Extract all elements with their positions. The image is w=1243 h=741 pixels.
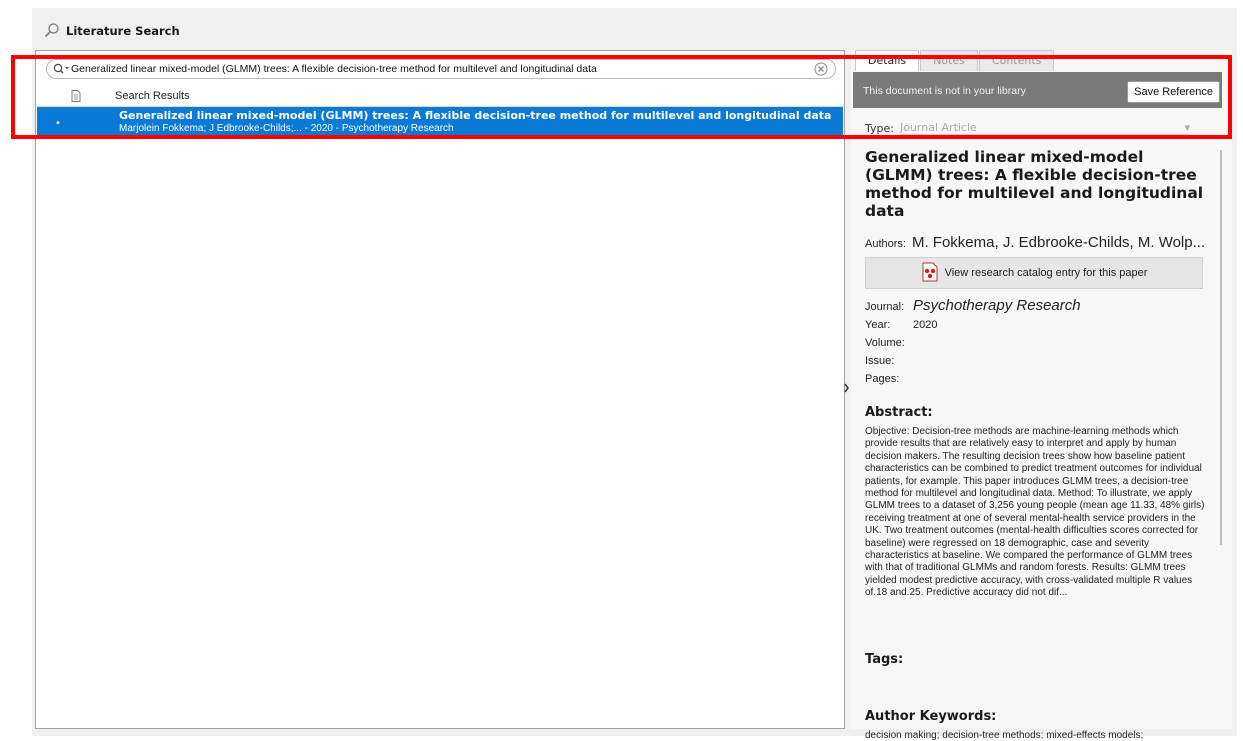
details-tabs: Details Notes Contents xyxy=(855,50,1055,71)
authors-row: Authors: M. Fokkema, J. Edbrooke-Childs,… xyxy=(865,234,1209,251)
tab-details[interactable]: Details xyxy=(855,50,920,71)
pages-row: Pages: xyxy=(865,373,1209,391)
issue-row: Issue: xyxy=(865,355,1209,373)
results-column-header[interactable]: Search Results xyxy=(37,86,843,107)
type-select[interactable]: Journal Article ▾ xyxy=(899,121,1190,135)
library-status-banner: This document is not in your library Sav… xyxy=(853,72,1222,108)
journal-value[interactable]: Psychotherapy Research xyxy=(913,297,1081,314)
search-dropdown-icon[interactable] xyxy=(53,63,71,75)
type-label: Type: xyxy=(865,121,894,135)
type-row: Type: Journal Article ▾ xyxy=(865,120,1209,136)
view-catalog-entry-label: View research catalog entry for this pap… xyxy=(944,267,1148,279)
chevron-down-icon: ▾ xyxy=(1184,121,1190,134)
abstract-text[interactable]: Objective: Decision-tree methods are mac… xyxy=(865,426,1209,636)
tab-contents[interactable]: Contents xyxy=(978,50,1055,71)
search-query-text[interactable]: Generalized linear mixed-model (GLMM) tr… xyxy=(71,63,813,75)
volume-row: Volume: xyxy=(865,337,1209,355)
metadata-fields: Journal: Psychotherapy Research Year: 20… xyxy=(865,297,1209,391)
window-title: Literature Search xyxy=(66,24,180,38)
authors-label: Authors: xyxy=(865,238,906,250)
author-keywords-heading: Author Keywords: xyxy=(865,709,997,724)
tags-heading: Tags: xyxy=(865,652,904,667)
year-value[interactable]: 2020 xyxy=(913,319,937,331)
type-value: Journal Article xyxy=(899,121,977,134)
row-marker: • xyxy=(55,118,61,129)
search-input[interactable]: Generalized linear mixed-model (GLMM) tr… xyxy=(46,59,836,79)
year-row: Year: 2020 xyxy=(865,319,1209,337)
pane-splitter-handle[interactable] xyxy=(844,383,850,396)
journal-row: Journal: Psychotherapy Research xyxy=(865,297,1209,319)
clear-search-icon[interactable] xyxy=(813,61,829,77)
issue-label: Issue: xyxy=(865,355,895,367)
tags-field[interactable] xyxy=(865,667,1209,695)
window-header: Literature Search xyxy=(44,22,180,40)
year-label: Year: xyxy=(865,319,891,331)
authors-value[interactable]: M. Fokkema, J. Edbrooke-Childs, M. Wolp.… xyxy=(912,234,1205,251)
tab-notes[interactable]: Notes xyxy=(920,50,978,71)
document-details: Type: Journal Article ▾ Generalized line… xyxy=(865,120,1209,741)
volume-label: Volume: xyxy=(865,337,905,349)
journal-label: Journal: xyxy=(865,301,905,313)
result-title: Generalized linear mixed-model (GLMM) tr… xyxy=(119,109,832,122)
details-pane: Details Notes Contents This document is … xyxy=(851,50,1232,741)
library-status-text: This document is not in your library xyxy=(863,85,1026,97)
search-results-column-label[interactable]: Search Results xyxy=(115,90,190,102)
research-catalog-icon xyxy=(921,262,939,285)
save-reference-button[interactable]: Save Reference xyxy=(1127,81,1220,103)
details-scrollbar[interactable] xyxy=(1220,150,1222,545)
abstract-heading: Abstract: xyxy=(865,405,933,420)
result-meta: Marjolein Fokkema; J Edbrooke-Childs;...… xyxy=(119,123,454,134)
search-icon xyxy=(44,22,60,41)
results-pane: Generalized linear mixed-model (GLMM) tr… xyxy=(35,50,845,729)
document-title[interactable]: Generalized linear mixed-model (GLMM) tr… xyxy=(865,148,1209,220)
pages-label: Pages: xyxy=(865,373,900,385)
table-row[interactable]: • Generalized linear mixed-model (GLMM) … xyxy=(37,107,843,137)
document-type-column-icon[interactable] xyxy=(37,90,115,102)
author-keywords-value[interactable]: decision making; decision-tree methods; … xyxy=(865,730,1209,741)
view-catalog-entry-button[interactable]: View research catalog entry for this pap… xyxy=(865,257,1203,289)
